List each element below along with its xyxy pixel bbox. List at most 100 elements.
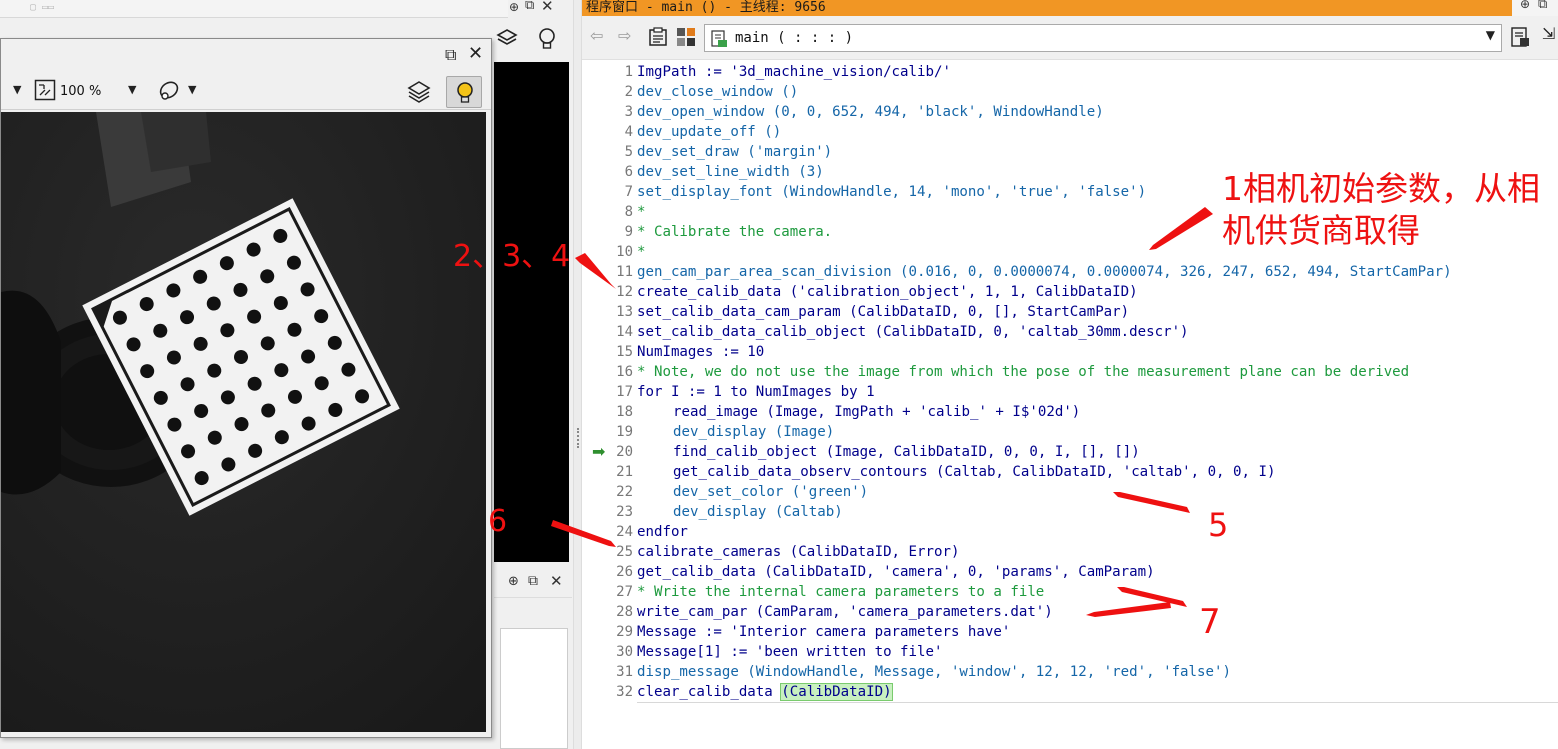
- close-icon[interactable]: ✕: [550, 572, 563, 590]
- line-number: 32: [616, 684, 633, 700]
- code-text: Message[1] := 'been written to file': [637, 644, 943, 660]
- code-line[interactable]: * Note, we do not use the image from whi…: [637, 362, 1409, 382]
- code-line[interactable]: get_calib_data (CalibDataID, 'camera', 0…: [637, 562, 1155, 582]
- layers-icon[interactable]: [406, 79, 432, 105]
- code-line[interactable]: set_calib_data_cam_param (CalibDataID, 0…: [637, 302, 1129, 322]
- behind-window-canvas: [494, 62, 569, 562]
- graphics-window: ⧉ ✕ ▼ 100 % ▼ ▼: [0, 38, 492, 738]
- code-line[interactable]: NumImages := 10: [637, 342, 764, 362]
- chevron-down-icon[interactable]: ▼: [188, 83, 196, 96]
- back-arrow-icon[interactable]: ⇦: [590, 26, 603, 45]
- code-text: ImgPath := '3d_machine_vision/calib/': [637, 64, 951, 80]
- code-line[interactable]: *: [637, 202, 646, 222]
- zoom-level[interactable]: 100 %: [60, 84, 101, 99]
- line-number: 9: [624, 224, 633, 240]
- close-icon[interactable]: ✕: [468, 43, 483, 64]
- code-line[interactable]: find_calib_object (Image, CalibDataID, 0…: [673, 442, 1140, 462]
- code-line[interactable]: Message := 'Interior camera parameters h…: [637, 622, 1010, 642]
- code-line[interactable]: dev_update_off (): [637, 122, 781, 142]
- code-line[interactable]: write_cam_par (CamParam, 'camera_paramet…: [637, 602, 1053, 622]
- code-line[interactable]: set_calib_data_calib_object (CalibDataID…: [637, 322, 1189, 342]
- pin-icon[interactable]: ⊕: [509, 0, 519, 14]
- grid-icon[interactable]: [676, 27, 696, 47]
- code-text: disp_message (WindowHandle, Message, 'wi…: [637, 664, 1231, 680]
- chevron-down-icon[interactable]: ▼: [1486, 28, 1495, 42]
- code-text: dev_set_color ('green'): [673, 484, 869, 500]
- behind-window-controls: ⊕ ⧉ ✕: [495, 0, 575, 60]
- code-line[interactable]: for I := 1 to NumImages by 1: [637, 382, 875, 402]
- code-line[interactable]: gen_cam_par_area_scan_division (0.016, 0…: [637, 262, 1452, 282]
- graphics-window-toolbar: ▼ 100 % ▼ ▼: [1, 74, 491, 110]
- code-line[interactable]: disp_message (WindowHandle, Message, 'wi…: [637, 662, 1231, 682]
- line-number: 26: [616, 564, 633, 580]
- behind-panel-titlebar: ⊕ ⧉ ✕: [494, 570, 572, 598]
- procedure-select[interactable]: main ( : : : ) ▼: [704, 24, 1502, 52]
- chevron-down-icon[interactable]: ▼: [128, 83, 136, 96]
- line-number: 8: [624, 204, 633, 220]
- procedure-name: main ( : : : ): [735, 30, 854, 46]
- ghost-toolbar-icon: ▢ ▭▭: [30, 2, 55, 13]
- line-number: 21: [616, 464, 633, 480]
- float-icon[interactable]: ⧉: [525, 0, 534, 13]
- layers-icon[interactable]: [495, 26, 519, 50]
- code-text: * Write the internal camera parameters t…: [637, 584, 1045, 600]
- lightbulb-toggle-button[interactable]: [446, 76, 482, 108]
- code-text: gen_cam_par_area_scan_division (0.016, 0…: [637, 264, 1452, 280]
- code-line[interactable]: clear_calib_data (CalibDataID): [637, 682, 893, 702]
- code-editor[interactable]: 1 ImgPath := '3d_machine_vision/calib/' 2 d…: [582, 62, 1558, 749]
- line-number: 5: [624, 144, 633, 160]
- program-counter-icon: ➡: [592, 442, 606, 461]
- highlighted-parens: (CalibDataID): [780, 683, 893, 701]
- code-line[interactable]: dev_set_line_width (3): [637, 162, 824, 182]
- pin-icon[interactable]: ⊕: [1520, 0, 1530, 11]
- draw-region-icon[interactable]: [157, 79, 185, 103]
- code-line[interactable]: dev_set_draw ('margin'): [637, 142, 832, 162]
- line-number: 29: [616, 624, 633, 640]
- code-line[interactable]: dev_open_window (0, 0, 652, 494, 'black'…: [637, 102, 1104, 122]
- splitter[interactable]: [573, 0, 582, 749]
- line-number: 13: [616, 304, 633, 320]
- code-line[interactable]: dev_close_window (): [637, 82, 798, 102]
- pin-icon[interactable]: ⊕: [508, 574, 519, 589]
- code-text: write_cam_par (CamParam, 'camera_paramet…: [637, 604, 1053, 620]
- code-line[interactable]: *: [637, 242, 646, 262]
- code-line[interactable]: calibrate_cameras (CalibDataID, Error): [637, 542, 959, 562]
- code-text: read_image (Image, ImgPath + 'calib_' + …: [673, 404, 1081, 420]
- procedure-settings-icon[interactable]: [1510, 26, 1532, 48]
- code-line[interactable]: set_display_font (WindowHandle, 14, 'mon…: [637, 182, 1146, 202]
- code-line[interactable]: Message[1] := 'been written to file': [637, 642, 942, 662]
- annotation-5: 5: [1208, 506, 1229, 544]
- chevron-down-icon[interactable]: ▼: [13, 83, 21, 96]
- code-line[interactable]: dev_set_color ('green'): [673, 482, 868, 502]
- image-canvas[interactable]: [1, 112, 486, 732]
- code-line[interactable]: * Calibrate the camera.: [637, 222, 832, 242]
- float-icon[interactable]: ⧉: [445, 45, 456, 65]
- close-icon[interactable]: ✕: [541, 0, 554, 15]
- code-line[interactable]: dev_display (Image): [673, 422, 834, 442]
- code-text: * Calibrate the camera.: [637, 224, 833, 240]
- lightbulb-icon[interactable]: [535, 26, 559, 52]
- line-number: 25: [616, 544, 633, 560]
- splitter-grip[interactable]: [577, 428, 579, 448]
- code-text: dev_display (Caltab): [673, 504, 843, 520]
- zoom-fit-icon[interactable]: [34, 79, 56, 101]
- code-line[interactable]: get_calib_data_observ_contours (Caltab, …: [673, 462, 1275, 482]
- annotation-2-3-4: 2、3、4: [453, 239, 571, 274]
- clipboard-icon[interactable]: [648, 27, 668, 47]
- forward-arrow-icon[interactable]: ⇨: [618, 26, 631, 45]
- code-line[interactable]: create_calib_data ('calibration_object',…: [637, 282, 1138, 302]
- float-icon[interactable]: ⧉: [528, 573, 538, 589]
- annotation-camera-params-line1: 1相机初始参数，从相: [1222, 169, 1540, 208]
- float-icon[interactable]: ⧉: [1538, 0, 1547, 12]
- line-number: 2: [624, 84, 633, 100]
- code-text: dev_display (Image): [673, 424, 835, 440]
- code-line[interactable]: * Write the internal camera parameters t…: [637, 582, 1044, 602]
- code-line[interactable]: dev_display (Caltab): [673, 502, 843, 522]
- code-line[interactable]: ImgPath := '3d_machine_vision/calib/': [637, 62, 951, 82]
- code-line[interactable]: read_image (Image, ImgPath + 'calib_' + …: [673, 402, 1080, 422]
- annotation-camera-params-line2: 机供货商取得: [1222, 211, 1420, 250]
- code-text: get_calib_data (CalibDataID, 'camera', 0…: [637, 564, 1155, 580]
- program-window-titlebar: 程序窗口 - main () - 主线程: 9656: [582, 0, 1512, 16]
- code-line[interactable]: endfor: [637, 522, 688, 542]
- split-view-icon[interactable]: ⇲: [1542, 24, 1555, 43]
